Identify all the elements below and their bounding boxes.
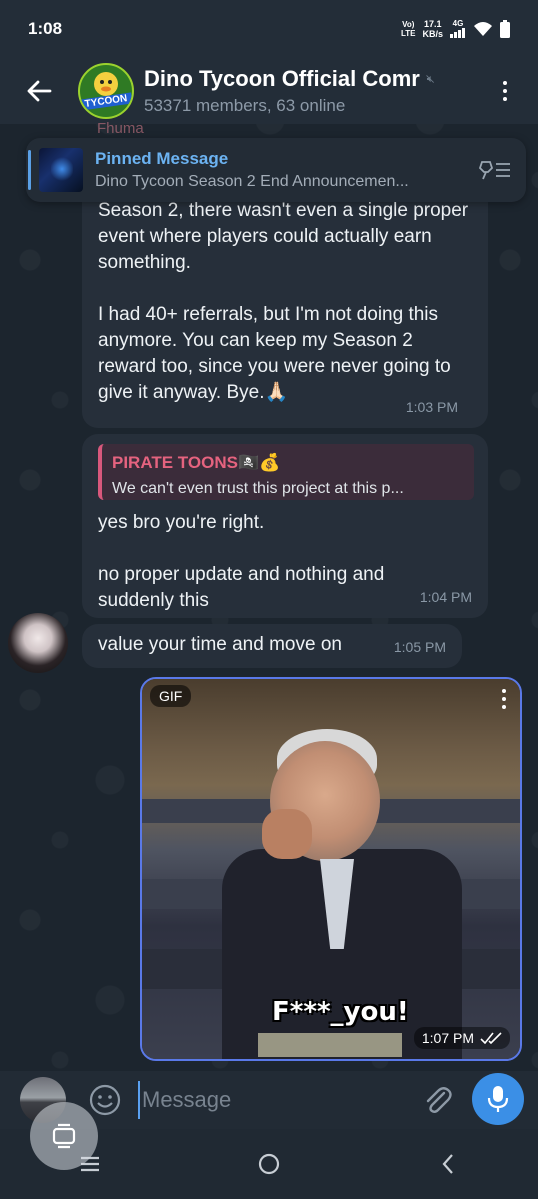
- message-time: 1:07 PM: [421, 1030, 474, 1046]
- message-input[interactable]: Message: [138, 1081, 408, 1119]
- back-nav-button[interactable]: [408, 1139, 488, 1189]
- gif-options-button[interactable]: [502, 689, 506, 709]
- pinned-text: Dino Tycoon Season 2 End Announcemen...: [95, 173, 409, 190]
- message-time: 1:05 PM: [393, 639, 446, 655]
- gif-scene-sign: [258, 1033, 402, 1057]
- gif-badge: GIF: [150, 685, 192, 707]
- dot-icon: [503, 89, 507, 93]
- double-check-icon: [480, 1032, 502, 1044]
- group-avatar[interactable]: TYCOON: [78, 63, 134, 119]
- message-text: no proper update and nothing and suddenl…: [98, 564, 385, 611]
- dot-icon: [503, 97, 507, 101]
- message-time: 1:04 PM: [419, 589, 472, 605]
- home-button[interactable]: [229, 1139, 309, 1189]
- gif-caption: F***_you!: [272, 997, 409, 1027]
- message-time: 1:03 PM: [405, 399, 458, 415]
- message-text: value your time and move on: [98, 634, 342, 655]
- reply-sender-name: PIRATE TOONS🏴‍☠️💰: [112, 453, 281, 472]
- microphone-icon: [487, 1086, 509, 1112]
- message-bubble[interactable]: value your time and move on 1:05 PM: [82, 624, 462, 668]
- chevron-left-icon: [442, 1154, 454, 1174]
- arrow-left-icon: [27, 80, 52, 102]
- gif-message[interactable]: GIF F***_you! 1:07 PM: [140, 677, 522, 1061]
- chat-subtitle: 53371 members, 63 online: [144, 96, 346, 115]
- faded-sender-name: Fhuma: [97, 120, 144, 137]
- voice-record-button[interactable]: [472, 1073, 524, 1125]
- pinned-indicator: [28, 150, 31, 190]
- status-time: 1:08: [28, 19, 63, 38]
- dot-icon: [503, 81, 507, 85]
- paperclip-icon[interactable]: [420, 1083, 456, 1119]
- battery-icon: [500, 20, 510, 38]
- mute-icon: [426, 75, 434, 83]
- home-icon: [258, 1153, 280, 1175]
- message-bubble[interactable]: Season 2, there wasn't even a single pro…: [82, 200, 488, 428]
- sender-avatar[interactable]: [8, 613, 68, 673]
- volte-indicator: Vo) LTE: [400, 20, 416, 38]
- pinned-content: Pinned Message Dino Tycoon Season 2 End …: [95, 149, 475, 191]
- pinned-title: Pinned Message: [95, 149, 229, 168]
- gif-scene-figure: [262, 809, 312, 859]
- signal-icon: 4G: [450, 19, 466, 40]
- back-button[interactable]: [0, 58, 78, 124]
- pinned-list-icon[interactable]: [478, 158, 512, 182]
- reply-text: We can't even trust this project at this…: [112, 480, 404, 497]
- more-options-button[interactable]: [490, 76, 520, 106]
- chat-header: TYCOON Dino Tycoon Official Comr 53371 m…: [0, 58, 538, 124]
- status-bar: 1:08 Vo) LTE 17.1 KB/s 4G: [0, 0, 538, 58]
- pinned-message-bar[interactable]: Pinned Message Dino Tycoon Season 2 End …: [26, 138, 526, 202]
- chat-title: Dino Tycoon Official Comr: [144, 66, 420, 91]
- gif-time-pill: 1:07 PM: [413, 1027, 510, 1049]
- status-icons: Vo) LTE 17.1 KB/s 4G: [401, 19, 510, 40]
- dot-icon: [502, 689, 506, 693]
- message-bubble[interactable]: PIRATE TOONS🏴‍☠️💰 We can't even trust th…: [82, 434, 488, 618]
- floating-screen-button[interactable]: [30, 1102, 98, 1170]
- message-text: Season 2, there wasn't even a single pro…: [98, 200, 469, 273]
- wifi-icon: [474, 22, 492, 36]
- reply-quote[interactable]: PIRATE TOONS🏴‍☠️💰 We can't even trust th…: [98, 444, 474, 500]
- chat-info[interactable]: Dino Tycoon Official Comr 53371 members,…: [144, 66, 434, 116]
- message-text: I had 40+ referrals, but I'm not doing t…: [98, 304, 451, 403]
- screen-switch-icon: [52, 1123, 76, 1149]
- pinned-thumbnail: [39, 148, 83, 192]
- dot-icon: [502, 697, 506, 701]
- network-speed: 17.1 KB/s: [422, 19, 443, 39]
- chat-title-row: Dino Tycoon Official Comr: [144, 66, 434, 92]
- dot-icon: [502, 705, 506, 709]
- message-text: yes bro you're right.: [98, 512, 265, 533]
- emoji-icon[interactable]: [88, 1083, 122, 1117]
